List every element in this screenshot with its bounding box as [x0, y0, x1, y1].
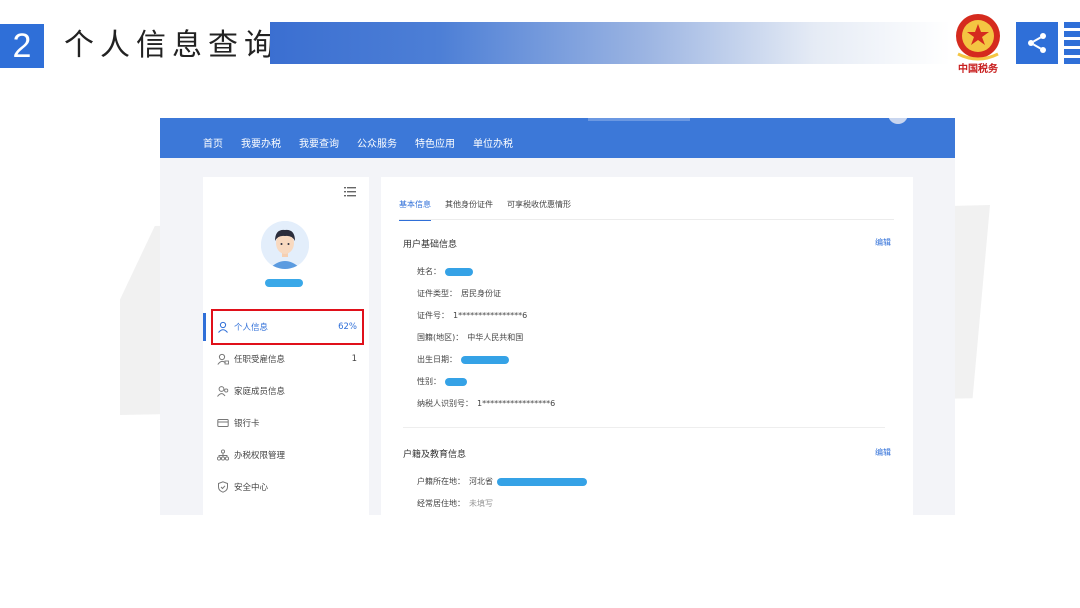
tab-tax-benefits[interactable]: 可享税收优惠情形	[507, 199, 571, 221]
field-nationality: 国籍(地区)： 中华人民共和国	[417, 333, 524, 342]
title-gradient-bar	[270, 22, 950, 64]
sidebar-item-permissions[interactable]: 办税权限管理	[203, 439, 369, 471]
emblem-caption: 中国税务	[958, 64, 998, 75]
sidebar-item-security[interactable]: 安全中心	[203, 471, 369, 503]
redacted-name	[445, 267, 473, 276]
side-decoration-strip	[1064, 22, 1080, 66]
slide-number: 2	[0, 24, 44, 68]
card-icon	[217, 419, 229, 427]
list-icon[interactable]	[344, 187, 356, 197]
field-id-number: 证件号： 1****************6	[417, 311, 528, 320]
count-badge: 1	[351, 354, 357, 364]
field-residence: 经常居住地： 未填写	[417, 499, 493, 508]
top-nav-bar: 首页 我要办税 我要查询 公众服务 特色应用 单位办税	[160, 118, 955, 158]
redacted-gender	[445, 377, 467, 386]
slide-title: 个人信息查询	[64, 28, 280, 63]
nav-item-public-service[interactable]: 公众服务	[357, 138, 397, 152]
sidebar-item-family[interactable]: 家庭成员信息	[203, 375, 369, 407]
sidebar-item-label: 家庭成员信息	[234, 387, 286, 397]
sidebar: 个人信息 62% 任职受雇信息 1 家庭成员信息 银行卡 办税权限管理 安全中心	[203, 177, 369, 515]
family-icon	[217, 386, 229, 397]
sidebar-item-label: 银行卡	[234, 419, 260, 429]
main-content: 基本信息 其他身份证件 可享税收优惠情形 用户基础信息 编辑 姓名： 证件类型：…	[381, 177, 913, 515]
shield-icon	[218, 481, 228, 493]
nav-item-query[interactable]: 我要查询	[299, 138, 339, 152]
org-chart-icon	[217, 449, 229, 461]
avatar[interactable]	[261, 221, 309, 269]
nav-item-home[interactable]: 首页	[203, 138, 223, 152]
field-taxpayer-id: 纳税人识别号： 1*****************6	[417, 399, 556, 408]
edit-basic-button[interactable]: 编辑	[875, 237, 891, 248]
sidebar-item-label: 办税权限管理	[234, 451, 286, 461]
highlight-annotation	[211, 309, 364, 345]
tab-divider	[399, 219, 894, 220]
field-birth-date: 出生日期：	[417, 354, 509, 365]
redacted-birth-date	[461, 355, 509, 364]
section-title-household: 户籍及教育信息	[403, 450, 467, 460]
sidebar-item-employment[interactable]: 任职受雇信息 1	[203, 343, 369, 375]
search-bar-edge	[588, 118, 690, 121]
field-id-type: 证件类型： 居民身份证	[417, 289, 501, 298]
tab-bar: 基本信息 其他身份证件 可享税收优惠情形	[399, 199, 585, 221]
sidebar-item-label: 任职受雇信息	[234, 355, 286, 365]
sidebar-item-label: 安全中心	[234, 483, 269, 493]
username-redacted	[265, 279, 303, 287]
nav-item-company-tax[interactable]: 单位办税	[473, 138, 513, 152]
tab-other-id[interactable]: 其他身份证件	[445, 199, 493, 221]
tax-app-window: 首页 我要办税 我要查询 公众服务 特色应用 单位办税 个人信息 62% 任职受…	[160, 118, 955, 515]
user-avatar-icon	[261, 221, 309, 269]
nav-item-do-tax[interactable]: 我要办税	[241, 138, 281, 152]
nav-menu: 首页 我要办税 我要查询 公众服务 特色应用 单位办税	[203, 138, 531, 152]
nav-item-special-apps[interactable]: 特色应用	[415, 138, 455, 152]
share-button[interactable]	[1016, 22, 1058, 64]
field-name: 姓名：	[417, 266, 473, 277]
edit-household-button[interactable]: 编辑	[875, 447, 891, 458]
share-icon	[1028, 33, 1046, 53]
redacted-address	[497, 477, 587, 486]
header-avatar[interactable]	[888, 118, 908, 124]
field-gender: 性别：	[417, 376, 467, 387]
section-divider	[403, 427, 885, 428]
field-household-register: 户籍所在地： 河北省	[417, 476, 587, 487]
tab-basic-info[interactable]: 基本信息	[399, 199, 431, 221]
user-briefcase-icon	[217, 353, 229, 365]
section-title-basic: 用户基础信息	[403, 240, 458, 250]
sidebar-item-bank-card[interactable]: 银行卡	[203, 407, 369, 439]
